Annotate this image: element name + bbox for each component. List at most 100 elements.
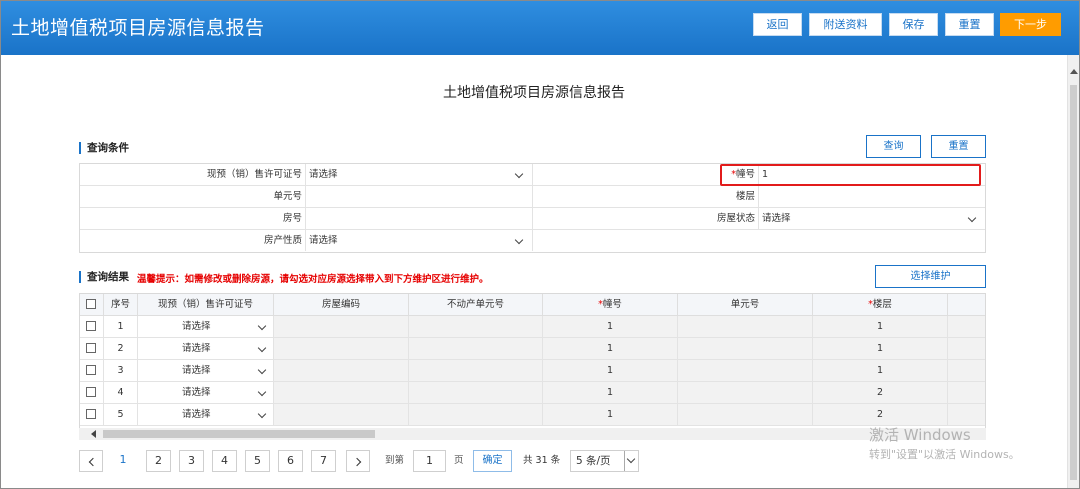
page-title: 土地增值税项目房源信息报告 (443, 85, 625, 101)
activation-watermark-title: 激活 Windows (869, 426, 971, 444)
row-checkbox[interactable] (86, 321, 96, 331)
back-button[interactable]: 返回 (753, 13, 802, 36)
row-checkbox[interactable] (86, 343, 96, 353)
cell-no: 4 (104, 382, 138, 404)
total-count: 共 31 条 (523, 455, 561, 466)
prev-page-button[interactable] (79, 450, 103, 472)
app-window: 土地增值税项目房源信息报告 返回 附送资料 保存 重置 下一步 土地增值税项目房… (0, 0, 1080, 489)
row-checkbox[interactable] (86, 409, 96, 419)
permit-select-value: 请选择 (182, 365, 211, 376)
cell-permit-select[interactable]: 请选择 (138, 316, 274, 338)
status-select[interactable]: 请选择 (759, 208, 985, 229)
vertical-scrollbar[interactable] (1067, 55, 1079, 488)
page-size-select[interactable]: 5 条/页 (570, 450, 639, 472)
activation-watermark-subtitle: 转到"设置"以激活 Windows。 (869, 448, 1020, 461)
page-button-1[interactable]: 1 (111, 450, 135, 472)
main-content: 土地增值税项目房源信息报告 查询条件 查询 重置 现预（销）售许可证号 请选择 … (1, 55, 1067, 488)
building-highlight-box (720, 164, 981, 186)
cell-no: 5 (104, 404, 138, 426)
page-button-7[interactable]: 7 (311, 450, 336, 472)
chevron-right-icon (352, 457, 362, 467)
status-label: 房屋状态 (533, 208, 759, 229)
query-section-label: 查询条件 (79, 142, 129, 154)
result-section-label: 查询结果 (79, 271, 129, 283)
col-header-building: *幢号 (543, 294, 678, 316)
floor-input[interactable] (759, 186, 985, 207)
col-header-unit: 单元号 (678, 294, 813, 316)
select-all-checkbox[interactable] (86, 299, 96, 309)
cell-no: 3 (104, 360, 138, 382)
scroll-up-icon[interactable] (1070, 69, 1078, 74)
permit-select-value: 请选择 (182, 387, 211, 398)
result-table: 序号 现预（销）售许可证号 房屋编码 不动产单元号 *幢号 单元号 *楼层 1 请… (79, 293, 986, 429)
cell-unit (678, 316, 813, 338)
property-label: 房产性质 (80, 230, 306, 251)
cell-permit-select[interactable]: 请选择 (138, 382, 274, 404)
cell-house-code (274, 316, 409, 338)
goto-page-input[interactable]: 1 (413, 450, 446, 472)
cell-floor: 1 (813, 316, 948, 338)
app-title: 土地增值税项目房源信息报告 (11, 17, 265, 39)
cell-house-code (274, 382, 409, 404)
cell-permit-select[interactable]: 请选择 (138, 360, 274, 382)
cell-realty-unit (409, 316, 543, 338)
cell-building: 1 (543, 360, 678, 382)
save-button[interactable]: 保存 (889, 13, 938, 36)
page-button-5[interactable]: 5 (245, 450, 270, 472)
scrollbar-thumb[interactable] (1070, 85, 1077, 480)
row-checkbox-cell (80, 360, 104, 382)
chevron-down-icon (626, 454, 636, 464)
cell-floor: 2 (813, 382, 948, 404)
cell-realty-unit (409, 338, 543, 360)
page-size-dropdown[interactable] (624, 451, 638, 471)
query-row: 房产性质 请选择 (80, 230, 985, 252)
chevron-down-icon (514, 169, 524, 179)
cell-permit-select[interactable]: 请选择 (138, 404, 274, 426)
goto-prefix: 到第 (385, 455, 405, 466)
room-input[interactable] (306, 208, 533, 229)
scrollbar-thumb[interactable] (103, 430, 375, 438)
row-checkbox[interactable] (86, 365, 96, 375)
col-header-realty-unit: 不动产单元号 (409, 294, 543, 316)
cell-realty-unit (409, 404, 543, 426)
permit-select[interactable]: 请选择 (306, 164, 533, 185)
row-checkbox[interactable] (86, 387, 96, 397)
chevron-down-icon (514, 235, 524, 245)
page-button-3[interactable]: 3 (179, 450, 204, 472)
goto-confirm-button[interactable]: 确定 (473, 450, 512, 472)
col-header-no: 序号 (104, 294, 138, 316)
goto-suffix: 页 (454, 455, 464, 466)
cell-house-code (274, 360, 409, 382)
scroll-left-icon[interactable] (91, 430, 96, 438)
page-button-6[interactable]: 6 (278, 450, 303, 472)
query-reset-button[interactable]: 重置 (931, 135, 986, 158)
cell-realty-unit (409, 382, 543, 404)
row-checkbox-cell (80, 404, 104, 426)
status-select-value: 请选择 (762, 213, 791, 224)
property-select[interactable]: 请选择 (306, 230, 533, 251)
cell-extra (948, 404, 985, 426)
search-button[interactable]: 查询 (866, 135, 921, 158)
page-button-4[interactable]: 4 (212, 450, 237, 472)
query-row: 单元号 楼层 (80, 186, 985, 208)
room-label: 房号 (80, 208, 306, 229)
reset-button[interactable]: 重置 (945, 13, 994, 36)
next-step-button[interactable]: 下一步 (1000, 13, 1061, 36)
cell-no: 1 (104, 316, 138, 338)
col-header-building-text: 幢号 (602, 299, 622, 310)
unit-label: 单元号 (80, 186, 306, 207)
horizontal-scrollbar[interactable] (79, 428, 986, 440)
cell-permit-select[interactable]: 请选择 (138, 338, 274, 360)
cell-building: 1 (543, 404, 678, 426)
row-checkbox-cell (80, 316, 104, 338)
page-button-2[interactable]: 2 (146, 450, 171, 472)
cell-extra (948, 316, 985, 338)
select-maintain-button[interactable]: 选择维护 (875, 265, 986, 288)
cell-unit (678, 382, 813, 404)
page-size-value: 5 条/页 (576, 455, 611, 467)
permit-select-value: 请选择 (182, 321, 211, 332)
unit-input[interactable] (306, 186, 533, 207)
attachments-button[interactable]: 附送资料 (809, 13, 882, 36)
next-page-button[interactable] (346, 450, 370, 472)
cell-unit (678, 338, 813, 360)
